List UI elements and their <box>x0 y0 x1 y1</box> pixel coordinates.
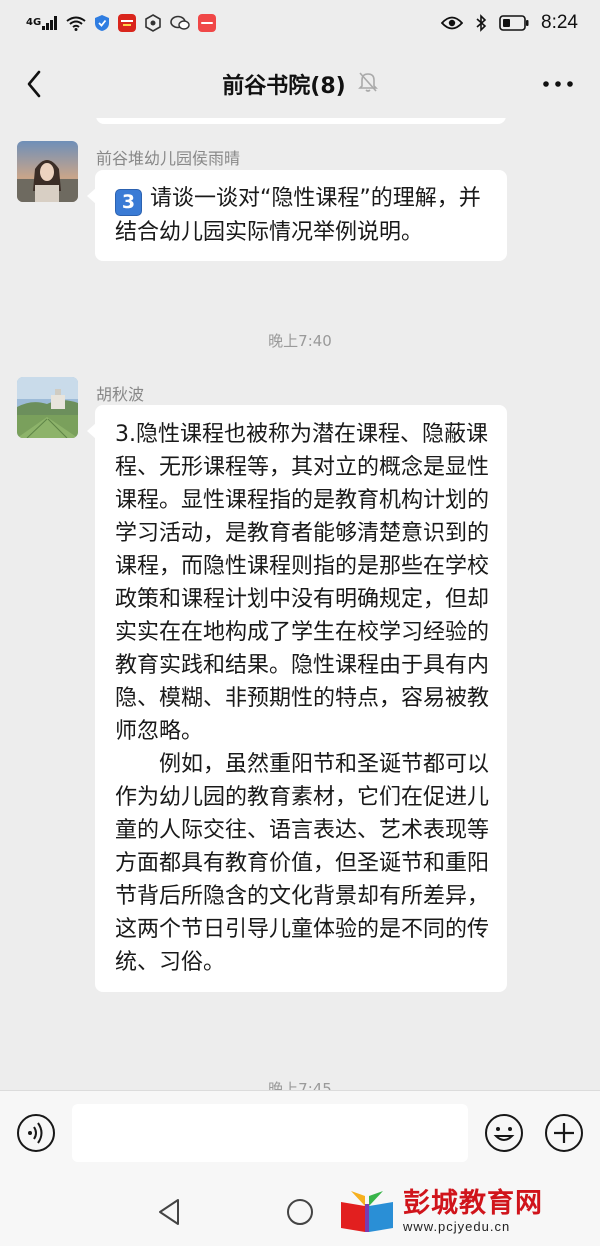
back-button[interactable] <box>14 64 54 104</box>
sender-name: 前谷堆幼儿园侯雨晴 <box>96 149 241 168</box>
bluetooth-icon <box>475 14 487 32</box>
system-back-button[interactable] <box>152 1194 188 1230</box>
red-app-icon <box>198 14 217 32</box>
nav-bar: 前谷书院(8) <box>0 50 600 118</box>
avatar[interactable] <box>17 141 78 202</box>
eye-icon <box>441 16 464 30</box>
circle-home-icon <box>287 1199 313 1225</box>
wifi-icon <box>66 16 86 31</box>
message-text: 请谈一谈对“隐性课程”的理解，并结合幼儿园实际情况举例说明。 <box>115 186 481 245</box>
watermark-url: www.pcjyedu.cn <box>403 1218 511 1234</box>
message-input[interactable] <box>72 1104 468 1162</box>
voice-button[interactable] <box>16 1113 56 1153</box>
status-left: 4G <box>26 14 217 32</box>
avatar[interactable] <box>17 377 78 438</box>
battery-icon <box>499 15 529 31</box>
study-app-icon <box>118 14 137 32</box>
message-paragraph: 例如，虽然重阳节和圣诞节都可以作为幼儿园的教育素材，它们在促进儿童的人际交往、语… <box>115 752 490 975</box>
message-bubble[interactable]: 3.隐性课程也被称为潜在课程、隐蔽课程、无形课程等，其对立的概念是显性课程。显性… <box>87 405 507 992</box>
plus-icon <box>545 1114 583 1152</box>
chevron-left-icon <box>27 70 41 98</box>
emoji-icon <box>485 1114 523 1152</box>
hexagon-app-icon <box>144 14 162 32</box>
voice-icon <box>17 1114 55 1152</box>
triangle-back-icon <box>159 1199 179 1225</box>
previous-bubble-edge <box>96 118 506 124</box>
chat-messages[interactable]: 前谷堆幼儿园侯雨晴 3 请谈一谈对“隐性课程”的理解，并结合幼儿园实际情况举例说明… <box>0 118 600 1090</box>
site-watermark: 彭城教育网 www.pcjyedu.cn <box>337 1186 582 1236</box>
signal-icon: 4G <box>26 16 58 30</box>
chat-screen: 4G 8:24 前谷书院(8) 前谷堆幼儿园侯雨晴 3 请谈一谈对“隐性课程”的… <box>0 0 600 1246</box>
message-paragraph: 3.隐性课程也被称为潜在课程、隐蔽课程、无形课程等，其对立的概念是显性课程。显性… <box>115 422 490 744</box>
watermark-text: 彭城教育网 www.pcjyedu.cn <box>403 1187 543 1234</box>
system-home-button[interactable] <box>282 1194 318 1230</box>
watermark-title: 彭城教育网 <box>403 1187 543 1219</box>
timestamp: 晚上7:40 <box>268 332 332 350</box>
more-dots-icon <box>543 81 573 87</box>
chat-title: 前谷书院(8) <box>222 74 346 99</box>
status-bar: 4G 8:24 <box>0 0 600 46</box>
plus-button[interactable] <box>544 1113 584 1153</box>
timestamp: 晚上7:45 <box>268 1080 332 1090</box>
input-bar <box>0 1090 600 1176</box>
network-label: 4G <box>26 17 42 28</box>
status-right: 8:24 <box>441 12 578 34</box>
sender-name: 胡秋波 <box>96 385 145 404</box>
status-time: 8:24 <box>541 12 578 33</box>
message-bubble[interactable]: 3 请谈一谈对“隐性课程”的理解，并结合幼儿园实际情况举例说明。 <box>87 170 507 261</box>
keycap-badge: 3 <box>115 189 142 216</box>
emoji-button[interactable] <box>484 1113 524 1153</box>
more-button[interactable] <box>538 64 578 104</box>
chat-app-icon <box>170 15 190 31</box>
nav-title-group: 前谷书院(8) <box>222 68 378 100</box>
shield-app-icon <box>94 14 110 32</box>
book-logo-icon <box>341 1191 393 1232</box>
bell-muted-icon <box>357 71 378 97</box>
